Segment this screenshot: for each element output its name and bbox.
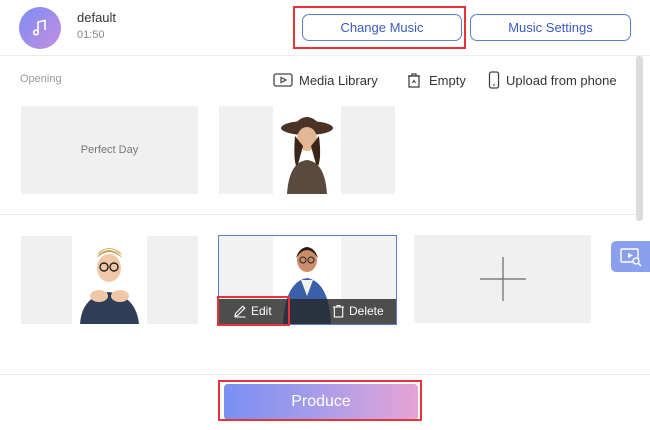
phone-icon (488, 71, 500, 89)
upload-from-phone-button[interactable]: Upload from phone (488, 70, 617, 90)
photo-man-with-glasses (72, 236, 147, 324)
delete-button[interactable]: Delete (332, 304, 384, 318)
empty-label: Empty (429, 72, 466, 88)
music-title: default (77, 10, 117, 25)
pencil-icon (234, 305, 246, 318)
media-slot-woman-hat[interactable] (219, 106, 395, 194)
image-search-icon (619, 247, 642, 267)
media-library-label: Media Library (299, 72, 378, 88)
video-editor-app: default 01:50 Change Music Music Setting… (0, 0, 650, 430)
empty-button[interactable]: Empty (405, 70, 466, 90)
vertical-scrollbar[interactable] (636, 56, 643, 221)
section-divider (0, 214, 636, 215)
edit-button[interactable]: Edit (233, 304, 272, 318)
music-settings-button[interactable]: Music Settings (470, 14, 631, 41)
music-duration: 01:50 (77, 29, 105, 41)
produce-button[interactable]: Produce (224, 384, 418, 420)
delete-label: Delete (349, 304, 384, 318)
media-library-button[interactable]: Media Library (273, 70, 378, 90)
trash-icon (333, 304, 344, 318)
music-note-icon (19, 7, 61, 49)
edit-label: Edit (251, 304, 272, 318)
section-label-opening: Opening (20, 73, 62, 85)
side-panel-tab[interactable] (611, 241, 650, 272)
photo-woman-in-hat (273, 106, 341, 194)
upload-label: Upload from phone (506, 72, 617, 88)
slot-action-bar: Edit Delete (219, 299, 396, 324)
title-card-text: Perfect Day (80, 144, 139, 156)
music-header: default 01:50 Change Music Music Setting… (0, 0, 650, 56)
trash-icon (408, 73, 420, 88)
add-media-slot[interactable] (414, 235, 591, 323)
change-music-button[interactable]: Change Music (302, 14, 462, 41)
media-slot-man-glasses[interactable] (21, 236, 198, 324)
media-library-icon (273, 73, 293, 87)
plus-icon (480, 257, 526, 301)
title-card-slot[interactable]: Perfect Day (21, 106, 198, 194)
media-slot-woman-business-selected[interactable]: Edit Delete (218, 235, 397, 325)
